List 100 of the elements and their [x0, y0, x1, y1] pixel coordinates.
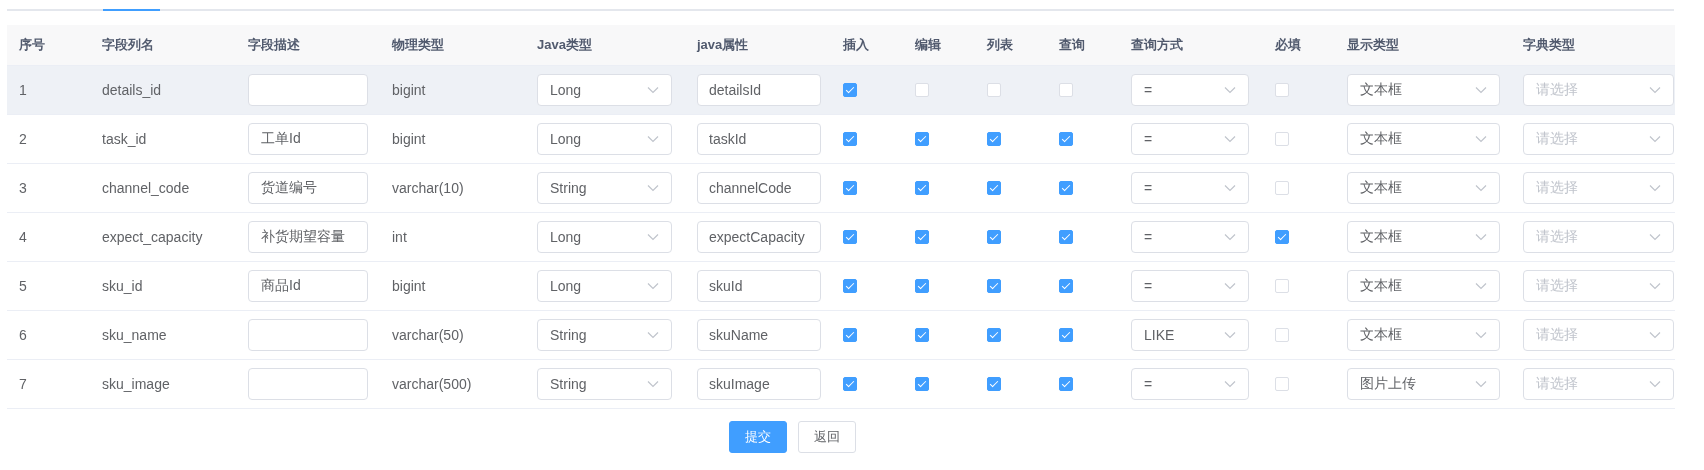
checkbox[interactable]	[915, 279, 929, 293]
checkbox[interactable]	[1275, 230, 1289, 244]
checkbox[interactable]	[1059, 377, 1073, 391]
description-input[interactable]	[248, 368, 368, 400]
java-type-select[interactable]: Long	[537, 74, 672, 106]
java-type-select[interactable]: Long	[537, 221, 672, 253]
checkbox[interactable]	[843, 83, 857, 97]
chevron-down-icon	[1224, 380, 1236, 388]
checkbox[interactable]	[987, 132, 1001, 146]
display-type-select[interactable]: 文本框	[1347, 74, 1500, 106]
chevron-down-icon	[647, 233, 659, 241]
checkbox[interactable]	[915, 181, 929, 195]
description-input[interactable]: 补货期望容量	[248, 221, 368, 253]
checkbox[interactable]	[915, 328, 929, 342]
column-header: 查询	[1058, 36, 1086, 54]
display-type-select[interactable]: 图片上传	[1347, 368, 1500, 400]
chevron-down-icon	[647, 282, 659, 290]
checkbox[interactable]	[987, 181, 1001, 195]
table-cell: int	[392, 229, 407, 245]
display-type-select[interactable]: 文本框	[1347, 172, 1500, 204]
java-field-input[interactable]: expectCapacity	[697, 221, 821, 253]
chevron-down-icon	[647, 86, 659, 94]
checkbox[interactable]	[987, 279, 1001, 293]
checkbox[interactable]	[1059, 230, 1073, 244]
chevron-down-icon	[1649, 331, 1661, 339]
java-type-select[interactable]: Long	[537, 123, 672, 155]
java-field-input[interactable]: skuId	[697, 270, 821, 302]
java-field-input[interactable]: detailsId	[697, 74, 821, 106]
display-type-select[interactable]: 文本框	[1347, 319, 1500, 351]
java-field-input[interactable]: skuImage	[697, 368, 821, 400]
chevron-down-icon	[647, 380, 659, 388]
java-field-input[interactable]: taskId	[697, 123, 821, 155]
table-cell: expect_capacity	[102, 229, 203, 245]
java-field-input[interactable]: skuName	[697, 319, 821, 351]
column-header: 字段列名	[101, 36, 155, 54]
chevron-down-icon	[1475, 86, 1487, 94]
query-mode-select[interactable]: =	[1131, 270, 1249, 302]
chevron-down-icon	[1224, 86, 1236, 94]
description-input[interactable]: 商品Id	[248, 270, 368, 302]
table-cell: details_id	[102, 82, 162, 98]
query-mode-select[interactable]: =	[1131, 123, 1249, 155]
checkbox[interactable]	[915, 230, 929, 244]
table-cell: 7	[19, 376, 27, 392]
table-cell: varchar(500)	[392, 376, 472, 392]
checkbox[interactable]	[1059, 279, 1073, 293]
checkbox[interactable]	[843, 230, 857, 244]
checkbox[interactable]	[915, 132, 929, 146]
chevron-down-icon	[647, 331, 659, 339]
table-cell: 4	[19, 229, 27, 245]
column-header: 字典类型	[1522, 36, 1576, 54]
checkbox[interactable]	[843, 377, 857, 391]
chevron-down-icon	[1475, 380, 1487, 388]
column-header: 插入	[842, 36, 870, 54]
table-cell: bigint	[392, 131, 426, 147]
chevron-down-icon	[1224, 282, 1236, 290]
display-type-select[interactable]: 文本框	[1347, 221, 1500, 253]
query-mode-select[interactable]: =	[1131, 172, 1249, 204]
chevron-down-icon	[1475, 184, 1487, 192]
java-type-select[interactable]: String	[537, 172, 672, 204]
java-type-select[interactable]: String	[537, 319, 672, 351]
chevron-down-icon	[1224, 331, 1236, 339]
table-cell: channel_code	[102, 180, 190, 196]
query-mode-select[interactable]: LIKE	[1131, 319, 1249, 351]
display-type-select[interactable]: 文本框	[1347, 123, 1500, 155]
checkbox[interactable]	[843, 328, 857, 342]
checkbox[interactable]	[987, 377, 1001, 391]
query-mode-select[interactable]: =	[1131, 221, 1249, 253]
table-cell: 1	[19, 82, 27, 98]
checkbox[interactable]	[1059, 132, 1073, 146]
checkbox[interactable]	[987, 230, 1001, 244]
description-input[interactable]: 货道编号	[248, 172, 368, 204]
column-header: Java类型	[536, 36, 593, 54]
table-cell: sku_id	[102, 278, 143, 294]
checkbox[interactable]	[843, 132, 857, 146]
query-mode-select[interactable]: =	[1131, 368, 1249, 400]
description-input[interactable]	[248, 319, 368, 351]
column-header: 序号	[18, 36, 46, 54]
column-header: 物理类型	[391, 36, 445, 54]
column-header: 显示类型	[1346, 36, 1400, 54]
description-input[interactable]: 工单Id	[248, 123, 368, 155]
chevron-down-icon	[1224, 135, 1236, 143]
chevron-down-icon	[1475, 135, 1487, 143]
checkbox[interactable]	[987, 328, 1001, 342]
checkbox[interactable]	[843, 181, 857, 195]
table-cell: 2	[19, 131, 27, 147]
table-cell: 5	[19, 278, 27, 294]
chevron-down-icon	[1224, 233, 1236, 241]
column-header: 列表	[986, 36, 1014, 54]
java-type-select[interactable]: String	[537, 368, 672, 400]
chevron-down-icon	[647, 184, 659, 192]
java-field-input[interactable]: channelCode	[697, 172, 821, 204]
display-type-select[interactable]: 文本框	[1347, 270, 1500, 302]
checkbox[interactable]	[1059, 328, 1073, 342]
query-mode-select[interactable]: =	[1131, 74, 1249, 106]
checkbox[interactable]	[1059, 181, 1073, 195]
back-button[interactable]: 返回	[797, 421, 856, 453]
java-type-select[interactable]: Long	[537, 270, 672, 302]
checkbox[interactable]	[843, 279, 857, 293]
description-input[interactable]	[248, 74, 368, 106]
checkbox[interactable]	[915, 377, 929, 391]
